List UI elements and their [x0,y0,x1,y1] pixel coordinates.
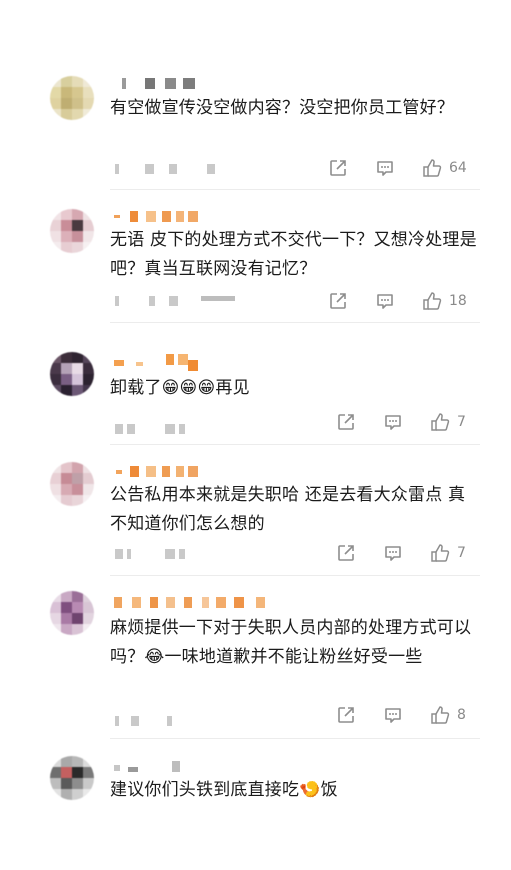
comment-actions: 18 [0,291,511,313]
thumbs-up-icon[interactable] [422,291,442,311]
thumbs-up-icon[interactable] [430,543,450,563]
comment-icon[interactable] [375,158,395,178]
avatar[interactable] [50,209,94,253]
comment-icon[interactable] [383,543,403,563]
share-icon[interactable] [328,158,348,178]
like-count: 64 [449,160,467,176]
avatar[interactable] [50,591,94,635]
thumbs-up-icon[interactable] [422,158,442,178]
share-icon[interactable] [336,705,356,725]
like-count: 7 [457,414,466,430]
like-count: 18 [449,293,467,309]
comment-icon[interactable] [383,705,403,725]
comment-text: 有空做宣传没空做内容？没空把你员工管好？ [110,98,454,118]
share-icon[interactable] [328,291,348,311]
divider [110,575,480,576]
divider [110,444,480,445]
avatar[interactable] [50,352,94,396]
comment-icon[interactable] [375,291,395,311]
thumbs-up-icon[interactable] [430,412,450,432]
comment-actions: 8 [0,705,511,727]
comment-icon[interactable] [383,412,403,432]
avatar[interactable] [50,462,94,506]
comment-text: 无语 皮下的处理方式不交代一下？又想冷处理是吧？真当互联网没有记忆？ [110,230,477,279]
avatar[interactable] [50,756,94,800]
comment-actions: 7 [0,412,511,434]
comment-actions: 7 [0,543,511,565]
avatar[interactable] [50,76,94,120]
comment-actions: 64 [0,158,511,180]
comment-text: 卸载了😁😁😁再见 [110,378,250,398]
comment-text: 建议你们头铁到底直接吃🍤饭 [110,780,338,800]
share-icon[interactable] [336,412,356,432]
divider [110,189,480,190]
divider [110,738,480,739]
divider [110,322,480,323]
comment-text: 公告私用本来就是失职哈 还是去看大众雷点 真不知道你们怎么想的 [110,485,466,534]
thumbs-up-icon[interactable] [430,705,450,725]
like-count: 7 [457,545,466,561]
like-count: 8 [457,707,466,723]
share-icon[interactable] [336,543,356,563]
comment-text: 麻烦提供一下对于失职人员内部的处理方式可以吗？😂一味地道歉并不能让粉丝好受一些 [110,618,472,667]
